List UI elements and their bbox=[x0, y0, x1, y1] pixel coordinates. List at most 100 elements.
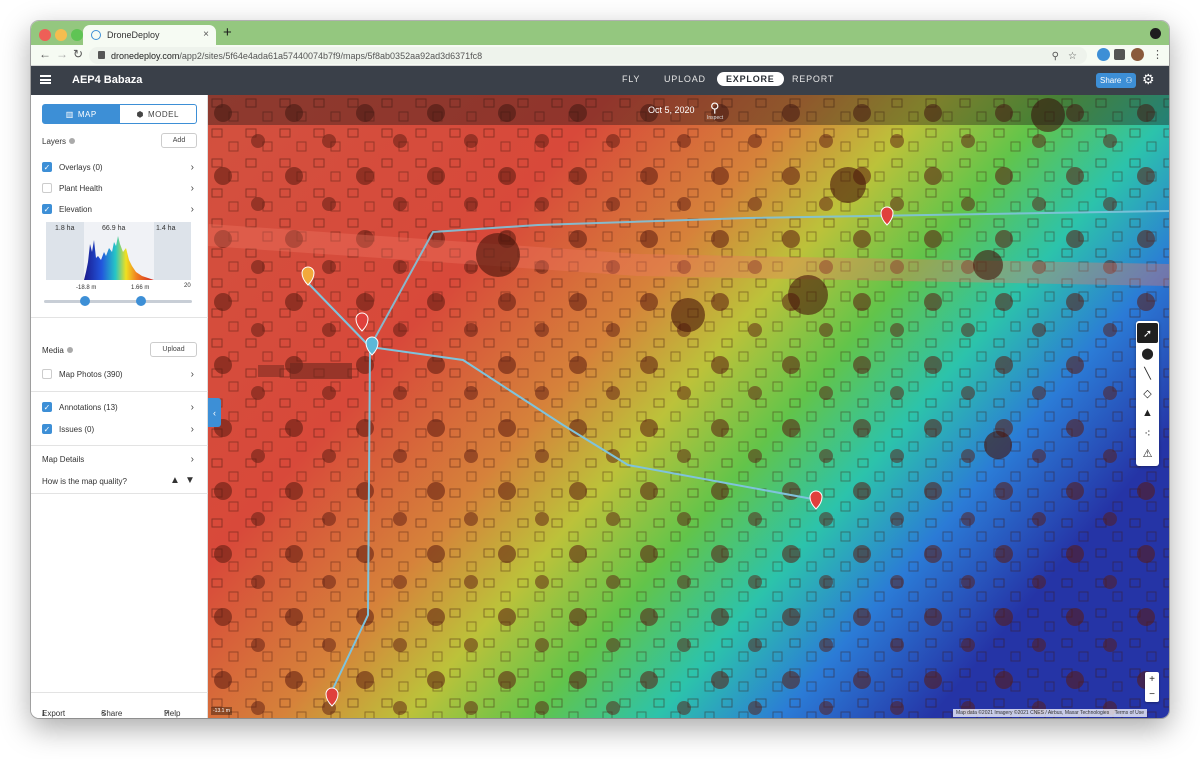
reload-button[interactable]: ↻ bbox=[73, 47, 83, 61]
divider bbox=[31, 317, 208, 318]
new-tab-button[interactable]: + bbox=[223, 24, 232, 41]
layer-elevation[interactable]: ✓ Elevation › bbox=[42, 202, 197, 216]
dronedeploy-favicon-icon bbox=[91, 30, 101, 40]
gear-icon[interactable]: ⚙ bbox=[1142, 71, 1155, 88]
issue-warning-icon[interactable]: ⚠ bbox=[1137, 443, 1158, 463]
divider bbox=[31, 391, 208, 392]
media-label: Map Photos (390) bbox=[59, 369, 123, 379]
elevation-max-selected-label: 1.66 m bbox=[131, 285, 150, 291]
url-path: /app2/sites/5f64e4ada61a57440074b7f9/map… bbox=[179, 50, 483, 61]
share-button-label: Share bbox=[1100, 76, 1122, 85]
site-title: AEP4 Babaza bbox=[72, 74, 143, 86]
map-photos-checkbox[interactable] bbox=[42, 369, 52, 379]
nav-fly[interactable]: FLY bbox=[622, 74, 640, 84]
volume-tool-icon[interactable]: ▲ bbox=[1137, 403, 1158, 423]
add-person-icon: ⚇ bbox=[1125, 76, 1133, 85]
scale-readout: -13.1 m bbox=[211, 707, 232, 715]
issues-checkbox[interactable]: ✓ bbox=[42, 424, 52, 434]
media-map-photos[interactable]: Map Photos (390) › bbox=[42, 367, 197, 381]
area-low-label: 1.8 ha bbox=[55, 225, 75, 232]
area-tool-icon[interactable]: ◇ bbox=[1137, 383, 1158, 403]
chevron-right-icon[interactable]: › bbox=[191, 424, 194, 435]
nav-report[interactable]: REPORT bbox=[792, 74, 834, 84]
browser-more-icon[interactable]: ⋮ bbox=[1152, 48, 1163, 61]
cube-icon: ⬢ bbox=[136, 109, 145, 119]
address-bar[interactable]: dronedeploy.com/app2/sites/5f64e4ada61a5… bbox=[89, 47, 1087, 64]
elevation-range-slider[interactable] bbox=[44, 300, 192, 303]
inspect-label: Inspect bbox=[707, 115, 724, 121]
select-tool-icon[interactable]: ➚ bbox=[1137, 323, 1158, 343]
nav-upload[interactable]: UPLOAD bbox=[664, 74, 706, 84]
plant-health-checkbox[interactable] bbox=[42, 183, 52, 193]
maximize-window-button[interactable] bbox=[71, 29, 83, 41]
tab-title: DroneDeploy bbox=[107, 30, 160, 40]
elevation-max-label: 20 bbox=[184, 283, 191, 289]
date-bar: Oct 5, 2020 ⚲ Inspect bbox=[208, 95, 1169, 125]
model-view-label: MODEL bbox=[148, 109, 179, 119]
chevron-right-icon[interactable]: › bbox=[191, 183, 194, 194]
tab-close-icon[interactable]: × bbox=[203, 29, 209, 40]
slider-min-handle[interactable] bbox=[80, 296, 90, 306]
layer-plant-health[interactable]: Plant Health › bbox=[42, 181, 197, 195]
divider bbox=[31, 445, 208, 446]
elevation-map-image bbox=[208, 95, 1169, 718]
minimize-window-button[interactable] bbox=[55, 29, 67, 41]
layers-title: Layers bbox=[42, 137, 67, 146]
nav-explore[interactable]: EXPLORE bbox=[717, 72, 784, 86]
chevron-right-icon[interactable]: › bbox=[191, 162, 194, 173]
share-icon: < bbox=[101, 709, 106, 718]
inspect-magnifier-icon[interactable]: ⚲ bbox=[710, 100, 720, 116]
divider bbox=[31, 493, 208, 494]
annotation-toolbar: ➚ ⬤ ╲ ◇ ▲ ⁖ ⚠ bbox=[1136, 321, 1159, 466]
bookmark-star-icon[interactable]: ☆ bbox=[1068, 51, 1077, 62]
chevron-right-icon[interactable]: › bbox=[191, 402, 194, 413]
elevation-checkbox[interactable]: ✓ bbox=[42, 204, 52, 214]
help-icon: ? bbox=[164, 709, 169, 718]
close-window-button[interactable] bbox=[39, 29, 51, 41]
area-high-label: 1.4 ha bbox=[156, 225, 176, 232]
extension-icon[interactable] bbox=[1097, 48, 1110, 61]
browser-tab[interactable]: DroneDeploy × bbox=[83, 25, 216, 45]
add-layer-button[interactable]: Add bbox=[161, 133, 197, 148]
area-mid-label: 66.9 ha bbox=[102, 225, 126, 232]
info-icon[interactable] bbox=[69, 138, 76, 144]
puzzle-extensions-icon[interactable] bbox=[1114, 49, 1125, 60]
hamburger-menu-icon[interactable] bbox=[40, 75, 51, 84]
url-domain: dronedeploy.com bbox=[111, 50, 180, 61]
share-button[interactable]: Share ⚇ bbox=[1096, 73, 1136, 88]
line-tool-icon[interactable]: ╲ bbox=[1137, 363, 1158, 383]
layer-overlays[interactable]: ✓ Overlays (0) › bbox=[42, 160, 197, 174]
capture-date[interactable]: Oct 5, 2020 bbox=[648, 105, 695, 115]
chevron-right-icon[interactable]: › bbox=[191, 454, 194, 465]
info-icon[interactable] bbox=[66, 347, 73, 353]
terms-link[interactable]: Terms of Use bbox=[1115, 710, 1144, 716]
zoom-out-button[interactable]: − bbox=[1145, 687, 1159, 702]
map-view-button[interactable]: ▥ MAP bbox=[43, 105, 120, 123]
model-view-button[interactable]: ⬢ MODEL bbox=[120, 105, 197, 123]
back-button[interactable]: ← bbox=[39, 47, 51, 61]
browser-menu-dot-icon[interactable] bbox=[1150, 28, 1161, 39]
collapse-sidebar-button[interactable]: ‹ bbox=[208, 398, 221, 427]
thumbs-down-icon[interactable]: ▼ bbox=[185, 475, 195, 486]
upload-media-button[interactable]: Upload bbox=[150, 342, 197, 357]
issues-row[interactable]: ✓ Issues (0) › bbox=[42, 422, 197, 436]
map-details-row[interactable]: Map Details › bbox=[42, 452, 197, 466]
marker-tool-icon[interactable]: ⬤ bbox=[1137, 343, 1158, 363]
map-details-label: Map Details bbox=[42, 454, 85, 464]
location-icon[interactable]: ⚲ bbox=[1052, 51, 1059, 62]
map-viewport[interactable]: Oct 5, 2020 ⚲ Inspect ‹ ➚ ⬤ ╲ ◇ ▲ ⁖ ⚠ + … bbox=[208, 95, 1169, 718]
chevron-right-icon[interactable]: › bbox=[191, 204, 194, 215]
profile-avatar[interactable] bbox=[1131, 48, 1144, 61]
forward-button[interactable]: → bbox=[56, 47, 68, 61]
count-tool-icon[interactable]: ⁖ bbox=[1137, 423, 1158, 443]
zoom-in-button[interactable]: + bbox=[1145, 672, 1159, 687]
thumbs-up-icon[interactable]: ▲ bbox=[170, 475, 180, 486]
attribution-text: Map data ©2021 Imagery ©2021 CNES / Airb… bbox=[956, 710, 1110, 716]
annotations-checkbox[interactable]: ✓ bbox=[42, 402, 52, 412]
chevron-right-icon[interactable]: › bbox=[191, 369, 194, 380]
overlays-checkbox[interactable]: ✓ bbox=[42, 162, 52, 172]
zoom-controls: + − bbox=[1145, 672, 1159, 702]
annotations-row[interactable]: ✓ Annotations (13) › bbox=[42, 400, 197, 414]
slider-max-handle[interactable] bbox=[136, 296, 146, 306]
map-attribution: Map data ©2021 Imagery ©2021 CNES / Airb… bbox=[953, 709, 1148, 717]
